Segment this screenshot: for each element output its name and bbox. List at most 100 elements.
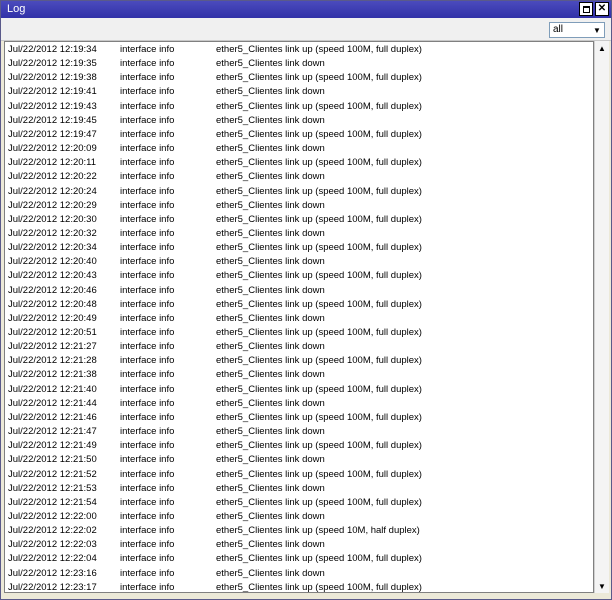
log-row[interactable]: Jul/22/2012 12:19:41 interface info ether5… [5,85,593,99]
log-message: ether5_Clientes link down [216,114,325,126]
log-time: Jul/22/2012 12:22:02 [8,525,97,537]
log-topic: interface info [120,44,175,55]
log-row[interactable]: Jul/22/2012 12:20:49 interface info ether5… [5,312,593,326]
log-time: Jul/22/2012 12:19:35 [8,58,97,70]
log-row[interactable]: Jul/22/2012 12:22:00 interface info ether5… [5,510,593,524]
log-row[interactable]: Jul/22/2012 12:21:50 interface info ether5… [5,453,593,467]
title-bar[interactable]: Log ✕ [1,1,611,18]
log-message: ether5_Clientes link down [216,284,325,296]
log-time: Jul/22/2012 12:22:00 [8,510,97,522]
log-time: Jul/22/2012 12:21:47 [8,426,97,438]
log-row[interactable]: Jul/22/2012 12:20:48 interface info ether5… [5,298,593,312]
log-row[interactable]: Jul/22/2012 12:23:16 interface info ether5… [5,567,593,581]
log-row[interactable]: Jul/22/2012 12:20:09 interface info ether5… [5,142,593,156]
log-row[interactable]: Jul/22/2012 12:19:43 interface info ether5… [5,100,593,114]
log-topic: interface info [120,355,175,367]
scroll-down-arrow-icon[interactable]: ▼ [595,579,609,593]
log-message: ether5_Clientes link up (speed 100M, ful… [216,213,422,225]
log-row[interactable]: Jul/22/2012 12:19:38 interface info ether5… [5,71,593,85]
log-message: ether5_Clientes link up (speed 100M, ful… [216,100,422,112]
log-row[interactable]: Jul/22/2012 12:21:28 interface info ether5… [5,354,593,368]
log-row[interactable]: Jul/22/2012 12:21:38 interface info ether5… [5,368,593,382]
log-row[interactable]: Jul/22/2012 12:22:02 interface info ether5… [5,524,593,538]
log-row[interactable]: Jul/22/2012 12:21:40 interface info ether5… [5,383,593,397]
chevron-down-icon[interactable]: ▼ [590,23,604,37]
log-time: Jul/22/2012 12:21:44 [8,397,97,409]
log-row[interactable]: Jul/22/2012 12:21:52 interface info ether5… [5,468,593,482]
log-message: ether5_Clientes link up (speed 100M, ful… [216,581,422,593]
log-row[interactable]: Jul/22/2012 12:19:34 interface info ether5… [5,43,593,57]
log-message: ether5_Clientes link down [216,227,325,239]
log-time: Jul/22/2012 12:21:38 [8,369,97,381]
log-topic: interface info [120,114,175,126]
log-row[interactable]: Jul/22/2012 12:23:17 interface info ether5… [5,581,593,593]
window-title: Log [7,3,26,15]
log-topic: interface info [120,454,175,466]
log-row[interactable]: Jul/22/2012 12:20:30 interface info ether5… [5,213,593,227]
close-button[interactable]: ✕ [595,2,609,16]
log-topic: interface info [120,143,175,155]
log-row[interactable]: Jul/22/2012 12:20:24 interface info ether5… [5,185,593,199]
log-row[interactable]: Jul/22/2012 12:20:32 interface info ether5… [5,227,593,241]
log-row[interactable]: Jul/22/2012 12:21:27 interface info ether5… [5,340,593,354]
log-row[interactable]: Jul/22/2012 12:22:03 interface info ether5… [5,538,593,552]
log-time: Jul/22/2012 12:20:40 [8,256,97,268]
log-time: Jul/22/2012 12:21:52 [8,468,97,480]
log-window: Log ✕ all ▼ Jul/22/2012 12:19:34 interfac… [0,0,612,600]
log-topic: interface info [120,256,175,268]
log-list[interactable]: Jul/22/2012 12:19:34 interface info ether5… [4,41,594,593]
log-time: Jul/22/2012 12:20:30 [8,213,97,225]
log-row[interactable]: Jul/22/2012 12:19:35 interface info ether5… [5,57,593,71]
log-row[interactable]: Jul/22/2012 12:19:45 interface info ether5… [5,114,593,128]
log-message: ether5_Clientes link up (speed 100M, ful… [216,440,422,452]
log-time: Jul/22/2012 12:19:41 [8,86,97,98]
log-time: Jul/22/2012 12:21:27 [8,341,97,353]
log-row[interactable]: Jul/22/2012 12:21:54 interface info ether5… [5,496,593,510]
log-message: ether5_Clientes link up (speed 100M, ful… [216,185,422,197]
toolbar: all ▼ [1,18,611,41]
log-row[interactable]: Jul/22/2012 12:21:46 interface info ether5… [5,411,593,425]
log-row[interactable]: Jul/22/2012 12:20:51 interface info ether5… [5,326,593,340]
log-row[interactable]: Jul/22/2012 12:20:29 interface info ether5… [5,199,593,213]
log-topic: interface info [120,383,175,395]
log-message: ether5_Clientes link down [216,199,325,211]
log-row[interactable]: Jul/22/2012 12:20:43 interface info ether5… [5,269,593,283]
log-topic: interface info [120,128,175,140]
log-time: Jul/22/2012 12:20:22 [8,171,97,183]
log-row[interactable]: Jul/22/2012 12:20:34 interface info ether5… [5,241,593,255]
log-row[interactable]: Jul/22/2012 12:20:40 interface info ether5… [5,255,593,269]
log-topic: interface info [120,553,175,565]
close-icon: ✕ [597,3,607,14]
vertical-scrollbar[interactable]: ▲ ▼ [594,41,609,593]
log-topic: interface info [120,369,175,381]
log-message: ether5_Clientes link up (speed 100M, ful… [216,553,422,565]
log-row[interactable]: Jul/22/2012 12:19:47 interface info ether5… [5,128,593,142]
log-row[interactable]: Jul/22/2012 12:21:47 interface info ether5… [5,425,593,439]
log-topic: interface info [120,327,175,338]
log-row[interactable]: Jul/22/2012 12:20:11 interface info ether5… [5,156,593,170]
log-time: Jul/22/2012 12:19:43 [8,100,97,112]
maximize-button[interactable] [579,2,593,16]
log-row[interactable]: Jul/22/2012 12:21:44 interface info ether5… [5,397,593,411]
scroll-up-arrow-icon[interactable]: ▲ [595,41,609,55]
log-time: Jul/22/2012 12:20:46 [8,284,97,296]
log-topic: interface info [120,227,175,239]
log-message: ether5_Clientes link up (speed 100M, ful… [216,72,422,84]
log-time: Jul/22/2012 12:21:50 [8,454,97,466]
log-row[interactable]: Jul/22/2012 12:21:49 interface info ether5… [5,439,593,453]
log-topic: interface info [120,270,175,282]
log-time: Jul/22/2012 12:20:32 [8,227,97,239]
log-message: ether5_Clientes link down [216,369,325,381]
log-time: Jul/22/2012 12:21:28 [8,355,97,367]
log-time: Jul/22/2012 12:19:38 [8,72,97,84]
log-message: ether5_Clientes link down [216,510,325,522]
log-time: Jul/22/2012 12:23:16 [8,567,97,579]
log-row[interactable]: Jul/22/2012 12:21:53 interface info ether5… [5,482,593,496]
log-row[interactable]: Jul/22/2012 12:20:46 interface info ether5… [5,284,593,298]
log-time: Jul/22/2012 12:21:46 [8,411,97,423]
topic-filter-select[interactable]: all ▼ [549,22,605,38]
log-row[interactable]: Jul/22/2012 12:22:04 interface info ether5… [5,552,593,566]
log-row[interactable]: Jul/22/2012 12:20:22 interface info ether5… [5,170,593,184]
log-message: ether5_Clientes link up (speed 100M, ful… [216,44,422,55]
log-message: ether5_Clientes link up (speed 10M, half… [216,525,420,537]
